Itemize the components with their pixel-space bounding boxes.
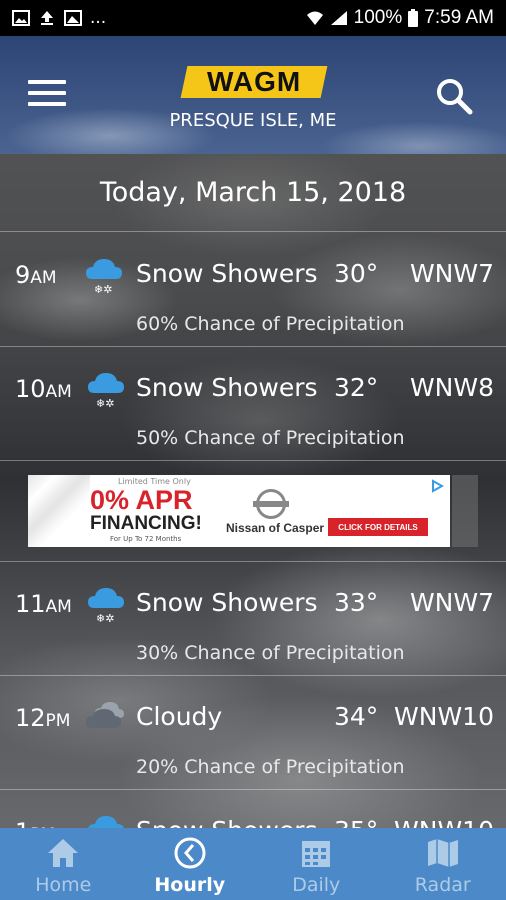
nav-home[interactable]: Home <box>0 828 127 900</box>
notification-icons: ... <box>12 8 106 28</box>
hamburger-menu-icon[interactable] <box>28 80 66 108</box>
ad-row: Limited Time Only 0% APR FINANCING! For … <box>0 461 506 562</box>
clock-icon <box>174 837 206 869</box>
condition-label: Snow Showers <box>136 373 318 402</box>
search-icon[interactable] <box>434 76 474 116</box>
image-icon <box>12 10 30 26</box>
ad-subhead: FINANCING! <box>90 513 202 534</box>
status-bar: ... 100% 7:59 AM <box>0 0 506 36</box>
location-label: PRESQUE ISLE, ME <box>169 110 337 131</box>
battery-percent: 100% <box>353 7 403 28</box>
precipitation-chance: 20% Chance of Precipitation <box>136 756 405 778</box>
home-icon <box>48 839 79 867</box>
nav-label: Radar <box>414 874 471 896</box>
svg-text:❄✲: ❄✲ <box>94 283 112 296</box>
station-logo: WAGM <box>180 66 328 98</box>
wind-label: WNW7 <box>409 259 494 288</box>
snow-showers-icon: ❄✲ <box>88 588 124 625</box>
nav-hourly[interactable]: Hourly <box>127 828 254 900</box>
map-icon <box>427 839 458 867</box>
upload-icon <box>41 11 53 25</box>
precipitation-chance: 60% Chance of Precipitation <box>136 313 405 335</box>
hour-label: 10AM <box>15 375 72 403</box>
temperature: 34° <box>334 702 379 731</box>
nissan-logo <box>253 489 289 519</box>
hour-label: 11AM <box>15 590 72 618</box>
gallery-icon <box>64 10 82 26</box>
wind-label: WNW7 <box>409 588 494 617</box>
overflow-indicator: ... <box>90 8 107 28</box>
ad-cta-button[interactable]: CLICK FOR DETAILS <box>328 518 428 536</box>
hour-label: 9AM <box>15 261 57 289</box>
temperature: 33° <box>334 588 379 617</box>
logo-text: WAGM <box>206 66 302 97</box>
svg-text:❄✲: ❄✲ <box>96 397 114 410</box>
condition-label: Snow Showers <box>136 588 318 617</box>
bottom-nav: Home Hourly Daily Radar <box>0 828 506 900</box>
precipitation-chance: 30% Chance of Precipitation <box>136 642 405 664</box>
condition-label: Cloudy <box>136 702 223 731</box>
ad-dealer: Nissan of Casper <box>226 521 325 535</box>
hour-label: 12PM <box>15 704 71 732</box>
nav-daily[interactable]: Daily <box>253 828 380 900</box>
cloudy-icon <box>86 702 124 728</box>
calendar-icon <box>302 841 331 867</box>
precipitation-chance: 50% Chance of Precipitation <box>136 427 405 449</box>
hourly-row[interactable]: 10AM ❄✲ Snow Showers 32° WNW8 50% Chance… <box>0 347 506 461</box>
battery-icon <box>408 9 419 27</box>
ad-headline: 0% APR <box>90 485 193 515</box>
nav-label: Home <box>35 874 92 896</box>
wifi-icon <box>306 11 323 25</box>
svg-text:❄✲: ❄✲ <box>96 612 114 625</box>
ad-side-panel <box>452 475 478 547</box>
signal-icon <box>330 11 347 25</box>
wind-label: WNW10 <box>394 702 494 731</box>
forecast-date: Today, March 15, 2018 <box>0 154 506 232</box>
hourly-row[interactable]: 9AM ❄✲ Snow Showers 30° WNW7 60% Chance … <box>0 233 506 347</box>
hourly-row[interactable]: 11AM ❄✲ Snow Showers 33° WNW7 30% Chance… <box>0 562 506 676</box>
system-status: 100% 7:59 AM <box>306 7 494 29</box>
hourly-row[interactable]: 12PM Cloudy 34° WNW10 20% Chance of Prec… <box>0 676 506 790</box>
temperature: 30° <box>334 259 379 288</box>
app-header: WAGM PRESQUE ISLE, ME <box>0 36 506 154</box>
condition-label: Snow Showers <box>136 259 318 288</box>
snow-showers-icon: ❄✲ <box>88 373 124 410</box>
snow-showers-icon: ❄✲ <box>86 259 122 296</box>
ad-stripe <box>28 475 90 547</box>
nav-radar[interactable]: Radar <box>380 828 506 900</box>
nav-label: Daily <box>292 874 341 896</box>
nav-label: Hourly <box>154 874 226 896</box>
clock-time: 7:59 AM <box>424 7 494 28</box>
wind-label: WNW8 <box>409 373 494 402</box>
adchoices-icon[interactable] <box>430 479 444 493</box>
ad-banner[interactable]: Limited Time Only 0% APR FINANCING! For … <box>28 475 450 547</box>
temperature: 32° <box>334 373 379 402</box>
ad-fine-print: For Up To 72 Months <box>110 535 182 543</box>
